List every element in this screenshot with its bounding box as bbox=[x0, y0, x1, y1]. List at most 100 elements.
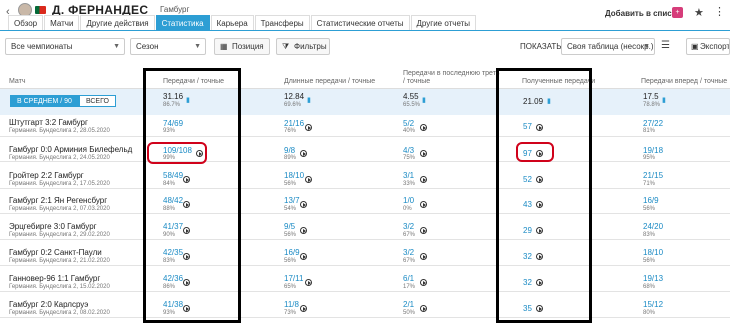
forward-pct: 95% bbox=[643, 155, 656, 161]
play-video-icon[interactable] bbox=[305, 279, 312, 286]
tab-bar: Обзор Матчи Другие действия Статистика К… bbox=[8, 15, 477, 30]
table-view-select[interactable]: Своя таблица (несокр.) ▼ bbox=[561, 38, 655, 55]
match-name[interactable]: Штутгарт 3:2 Гамбург bbox=[9, 118, 88, 127]
bar-chart-icon[interactable]: ▮ bbox=[662, 96, 666, 104]
tab-other-actions[interactable]: Другие действия bbox=[80, 15, 155, 30]
final-value[interactable]: 6/1 bbox=[403, 274, 414, 283]
table-row: Гамбург 0:0 Арминия Билефельд Германия. … bbox=[0, 140, 730, 162]
match-name[interactable]: Гамбург 2:0 Карлсруэ bbox=[9, 300, 88, 309]
avg-long: 12.84 bbox=[284, 92, 305, 101]
match-info: Германия. Бундеслига 2, 07.03.2020 bbox=[9, 206, 110, 212]
match-name[interactable]: Ганновер-96 1:1 Гамбург bbox=[9, 274, 100, 283]
final-value[interactable]: 3/1 bbox=[403, 171, 414, 180]
play-video-icon[interactable] bbox=[420, 305, 427, 312]
avg-final: 4.55 bbox=[403, 92, 419, 101]
season-value: Сезон bbox=[136, 42, 159, 51]
final-value[interactable]: 5/2 bbox=[403, 119, 414, 128]
long-value[interactable]: 18/10 bbox=[284, 171, 304, 180]
tab-stat-reports[interactable]: Статистические отчеты bbox=[310, 15, 410, 30]
forward-value[interactable]: 19/18 bbox=[643, 146, 663, 155]
add-to-list-link[interactable]: Добавить в список bbox=[605, 9, 681, 18]
final-value[interactable]: 1/0 bbox=[403, 196, 414, 205]
final-pct: 67% bbox=[403, 232, 416, 238]
forward-value[interactable]: 27/22 bbox=[643, 119, 663, 128]
long-value[interactable]: 13/7 bbox=[284, 196, 300, 205]
forward-value[interactable]: 15/12 bbox=[643, 300, 663, 309]
final-pct: 17% bbox=[403, 284, 416, 290]
final-value[interactable]: 4/3 bbox=[403, 146, 414, 155]
list-plus-icon[interactable]: + bbox=[672, 7, 683, 18]
tab-career[interactable]: Карьера bbox=[210, 15, 254, 30]
play-video-icon[interactable] bbox=[305, 176, 312, 183]
play-video-icon[interactable] bbox=[420, 176, 427, 183]
play-video-icon[interactable] bbox=[300, 305, 307, 312]
column-settings-icon[interactable]: ☰ bbox=[661, 40, 670, 51]
forward-pct: 71% bbox=[643, 181, 656, 187]
long-value[interactable]: 21/16 bbox=[284, 119, 304, 128]
match-name[interactable]: Гамбург 0:2 Санкт-Паули bbox=[9, 248, 102, 257]
bar-chart-icon[interactable]: ▮ bbox=[422, 96, 426, 104]
final-value[interactable]: 2/1 bbox=[403, 300, 414, 309]
match-name[interactable]: Эрцгебирге 3:0 Гамбург bbox=[9, 222, 97, 231]
tab-transfers[interactable]: Трансферы bbox=[254, 15, 310, 30]
col-match[interactable]: Матч bbox=[9, 78, 26, 86]
forward-pct: 80% bbox=[643, 310, 656, 316]
col-forward-passes[interactable]: Передачи вперед / точные bbox=[641, 78, 727, 86]
final-pct: 67% bbox=[403, 258, 416, 264]
match-name[interactable]: Гамбург 2:1 Ян Регенсбург bbox=[9, 196, 107, 205]
play-video-icon[interactable] bbox=[420, 201, 427, 208]
match-info: Германия. Бундеслига 2, 29.02.2020 bbox=[9, 232, 110, 238]
long-value[interactable]: 9/5 bbox=[284, 222, 295, 231]
long-value[interactable]: 11/8 bbox=[284, 300, 299, 309]
tab-statistics[interactable]: Статистика bbox=[155, 15, 210, 30]
filter-icon: ⧩ bbox=[282, 42, 290, 51]
play-video-icon[interactable] bbox=[420, 124, 427, 131]
toggle-per90[interactable]: В СРЕДНЕМ / 90 bbox=[10, 95, 79, 107]
season-select[interactable]: Сезон ▼ bbox=[130, 38, 206, 55]
bar-chart-icon[interactable]: ▮ bbox=[307, 96, 311, 104]
play-video-icon[interactable] bbox=[420, 279, 427, 286]
col-final-third[interactable]: Передачи в последнюю треть / точные bbox=[403, 70, 500, 86]
tab-overview[interactable]: Обзор bbox=[8, 15, 44, 30]
forward-value[interactable]: 18/10 bbox=[643, 248, 663, 257]
forward-value[interactable]: 24/20 bbox=[643, 222, 663, 231]
play-video-icon[interactable] bbox=[420, 227, 427, 234]
match-name[interactable]: Гамбург 0:0 Арминия Билефельд bbox=[9, 145, 132, 154]
match-info: Германия. Бундеслига 2, 15.02.2020 bbox=[9, 284, 110, 290]
forward-value[interactable]: 16/9 bbox=[643, 196, 659, 205]
play-video-icon[interactable] bbox=[300, 201, 307, 208]
export-button[interactable]: ▣ Экспорт bbox=[686, 38, 730, 55]
show-label: ПОКАЗАТЬ: bbox=[520, 42, 564, 51]
championship-select[interactable]: Все чемпионаты ▼ bbox=[5, 38, 125, 55]
long-pct: 54% bbox=[284, 206, 297, 212]
final-value[interactable]: 3/2 bbox=[403, 222, 414, 231]
forward-pct: 56% bbox=[643, 258, 656, 264]
long-value[interactable]: 17/11 bbox=[284, 274, 303, 283]
match-name[interactable]: Гройтер 2:2 Гамбург bbox=[9, 171, 84, 180]
final-value[interactable]: 3/2 bbox=[403, 248, 414, 257]
team-name: Гамбург bbox=[160, 5, 190, 14]
more-vertical-icon[interactable]: ⋮ bbox=[714, 5, 725, 18]
table-row: Гамбург 0:2 Санкт-Паули Германия. Бундес… bbox=[0, 244, 730, 266]
position-button[interactable]: ▦ Позиция bbox=[214, 38, 270, 55]
play-video-icon[interactable] bbox=[305, 124, 312, 131]
star-icon[interactable]: ★ bbox=[694, 6, 704, 19]
play-video-icon[interactable] bbox=[420, 253, 427, 260]
forward-value[interactable]: 19/13 bbox=[643, 274, 663, 283]
play-video-icon[interactable] bbox=[420, 150, 427, 157]
long-value[interactable]: 9/8 bbox=[284, 146, 295, 155]
col-long-passes[interactable]: Длинные передачи / точные bbox=[284, 78, 375, 86]
play-video-icon[interactable] bbox=[300, 227, 307, 234]
col-final-third-line2: / точные bbox=[403, 78, 431, 85]
average-total-toggle[interactable]: В СРЕДНЕМ / 90 ВСЕГО bbox=[10, 95, 116, 107]
tab-other-reports[interactable]: Другие отчеты bbox=[410, 15, 477, 30]
play-video-icon[interactable] bbox=[300, 150, 307, 157]
filters-button[interactable]: ⧩ Фильтры bbox=[276, 38, 330, 55]
toggle-total[interactable]: ВСЕГО bbox=[78, 95, 116, 107]
tab-matches[interactable]: Матчи bbox=[44, 15, 80, 30]
long-value[interactable]: 16/9 bbox=[284, 248, 300, 257]
play-video-icon[interactable] bbox=[300, 253, 307, 260]
forward-pct: 83% bbox=[643, 232, 656, 238]
forward-value[interactable]: 21/15 bbox=[643, 171, 663, 180]
table-row: Гамбург 2:0 Карлсруэ Германия. Бундеслиг… bbox=[0, 296, 730, 318]
